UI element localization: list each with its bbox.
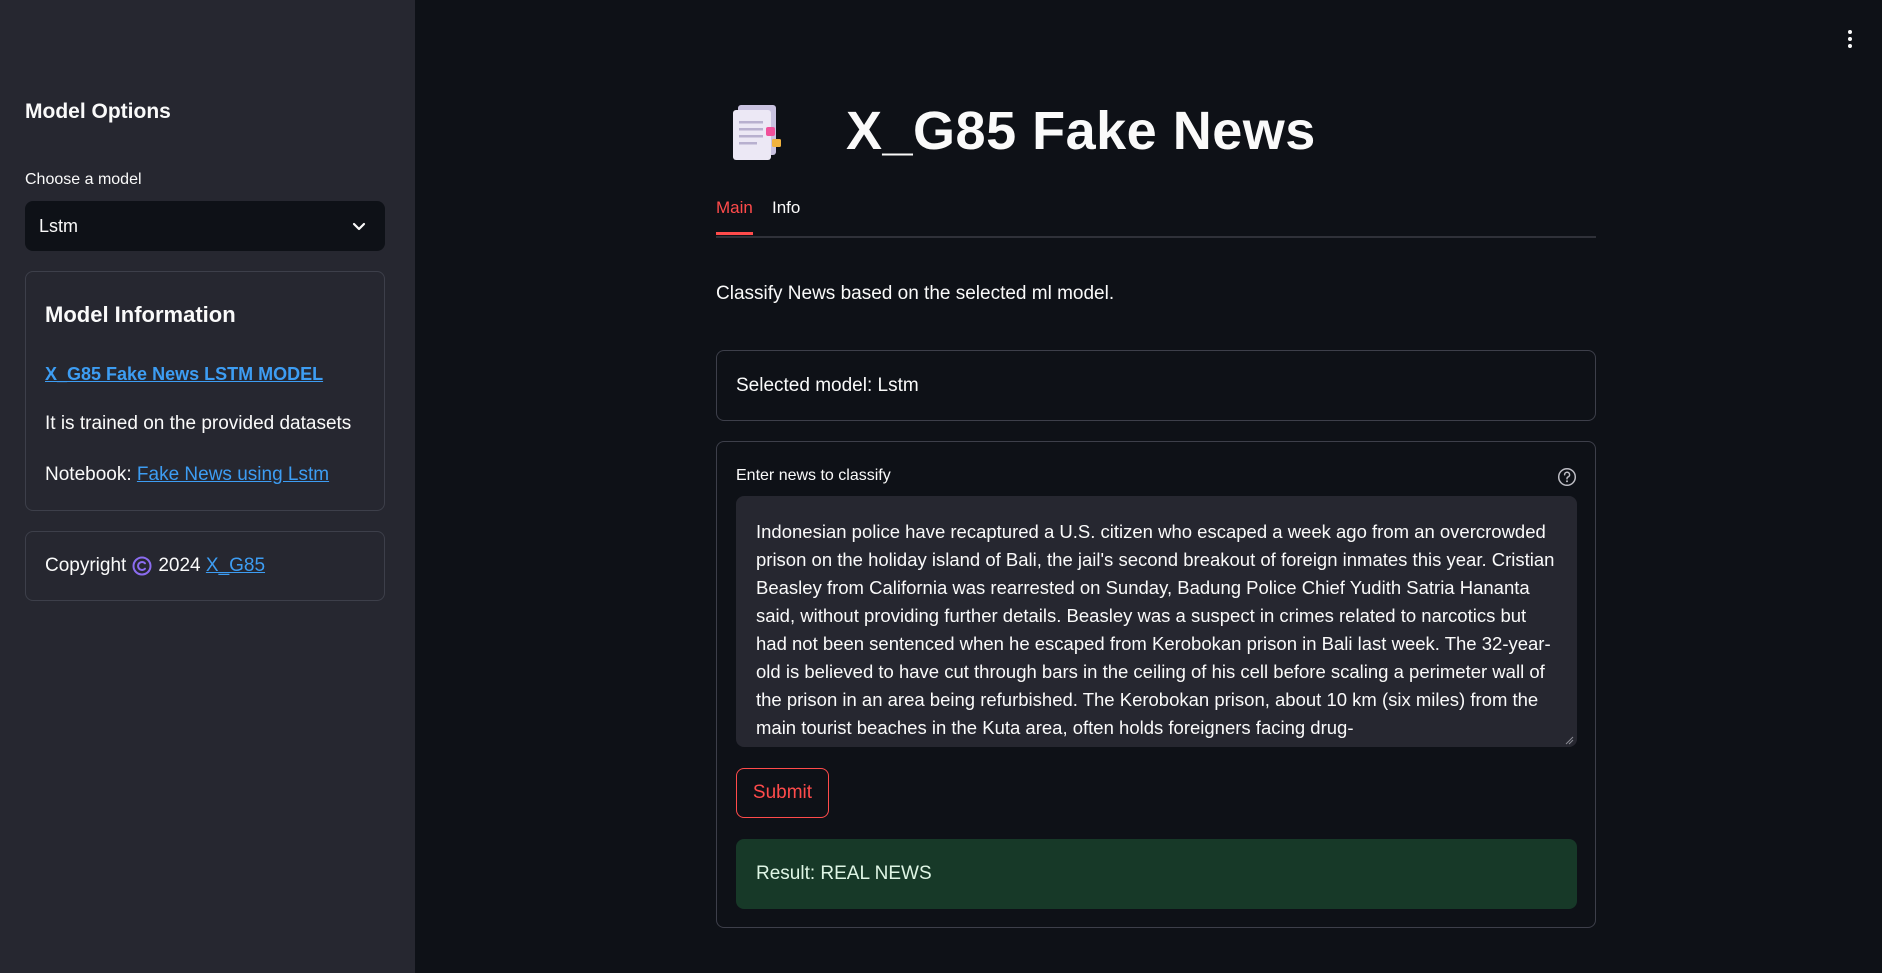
trained-text: It is trained on the provided datasets (45, 413, 352, 434)
tab-bar: Main Info (716, 198, 1596, 238)
model-info-heading: Model Information (45, 302, 236, 327)
author-link[interactable]: X_G85 (206, 555, 265, 577)
copyright-year: 2024 (158, 555, 201, 576)
chevron-down-icon (352, 222, 366, 231)
model-select-label: Choose a model (25, 171, 142, 188)
page-title: X_G85 Fake News (846, 101, 1316, 161)
notebook-link[interactable]: Fake News using Lstm (137, 464, 329, 485)
model-info-card: Model Information X_G85 Fake News LSTM M… (25, 271, 385, 511)
page-description: Classify News based on the selected ml m… (716, 283, 1115, 304)
model-select-value: Lstm (39, 215, 79, 236)
help-icon[interactable] (1557, 467, 1577, 487)
main-menu-kebab-icon[interactable] (1846, 30, 1854, 52)
document-notepad-icon (733, 105, 781, 160)
sidebar-title: Model Options (25, 100, 171, 123)
copyright-prefix: Copyright (45, 555, 127, 576)
notebook-prefix: Notebook: (45, 464, 132, 485)
news-input-label: Enter news to classify (736, 467, 891, 484)
tab-info[interactable]: Info (772, 198, 800, 232)
model-link[interactable]: X_G85 Fake News LSTM MODEL (45, 364, 323, 385)
main-content: X_G85 Fake News Main Info Classify News … (415, 0, 1882, 973)
news-textarea[interactable]: Indonesian police have recaptured a U.S.… (736, 496, 1577, 747)
model-select[interactable]: Lstm (25, 201, 385, 251)
notebook-line: Notebook: Fake News using Lstm (45, 464, 329, 486)
submit-button[interactable]: Submit (736, 768, 829, 818)
tab-main[interactable]: Main (716, 198, 753, 235)
resize-handle-icon[interactable] (1564, 735, 1574, 745)
sidebar: Model Options Choose a model Lstm Model … (0, 0, 415, 973)
copyright-icon (132, 556, 152, 576)
copyright-card: Copyright 2024 X_G85 (25, 531, 385, 601)
result-alert: Result: REAL NEWS (736, 839, 1577, 909)
classify-form: Enter news to classify Indonesian police… (716, 441, 1596, 928)
selected-model-box: Selected model: Lstm (716, 350, 1596, 421)
